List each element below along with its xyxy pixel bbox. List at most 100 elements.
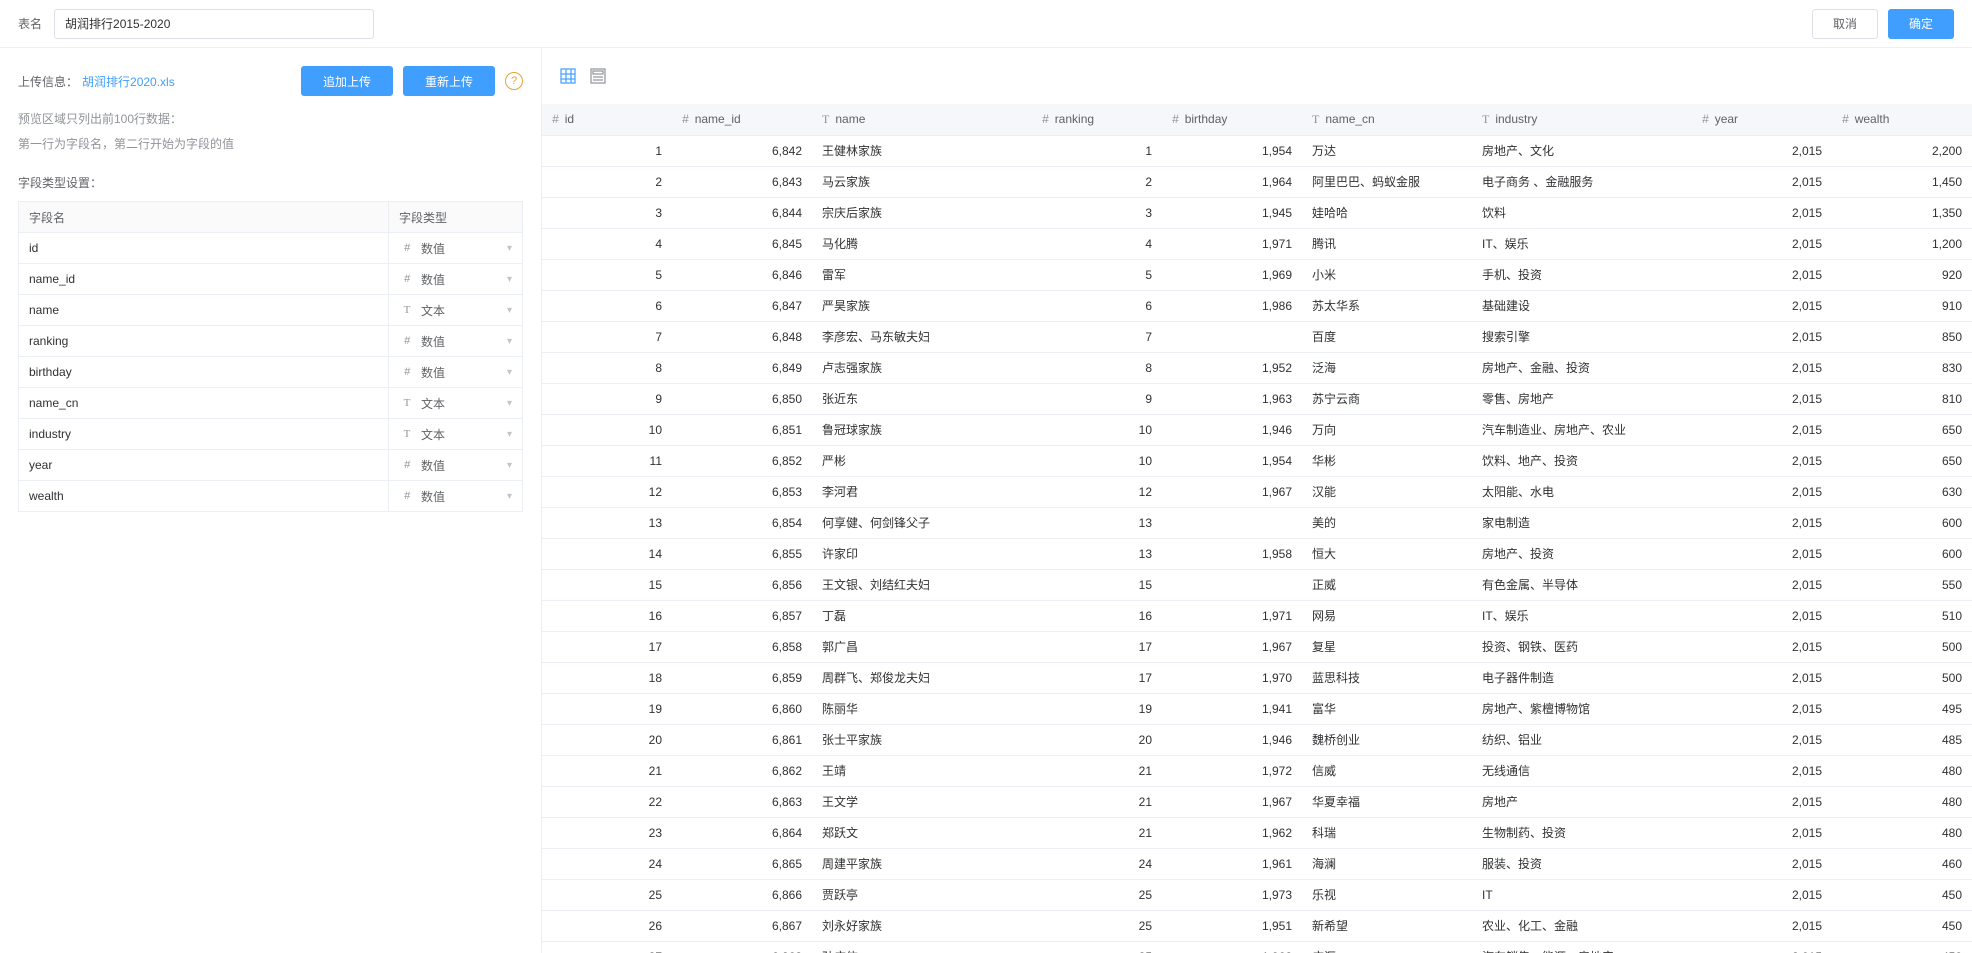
confirm-button[interactable]: 确定 bbox=[1888, 9, 1954, 39]
cell-id: 22 bbox=[542, 786, 672, 817]
table-row[interactable]: 96,850张近东91,963苏宁云商零售、房地产2,015810 bbox=[542, 383, 1972, 414]
number-type-icon: # bbox=[1172, 112, 1179, 126]
grid-header-id[interactable]: #id bbox=[542, 104, 672, 135]
upload-info-row: 上传信息： 胡润排行2020.xls 追加上传 重新上传 ? bbox=[18, 66, 523, 96]
table-row[interactable]: 136,854何享健、何剑锋父子13美的家电制造2,015600 bbox=[542, 507, 1972, 538]
field-type-cell[interactable]: T文本▾ bbox=[389, 295, 523, 326]
cell-name_cn: 魏桥创业 bbox=[1302, 724, 1472, 755]
cell-birthday: 1,941 bbox=[1162, 693, 1302, 724]
cell-wealth: 450 bbox=[1832, 879, 1972, 910]
cell-id: 1 bbox=[542, 135, 672, 166]
cell-year: 2,015 bbox=[1692, 321, 1832, 352]
cell-name_id: 6,861 bbox=[672, 724, 812, 755]
cell-name_id: 6,863 bbox=[672, 786, 812, 817]
grid-header-name_cn[interactable]: Tname_cn bbox=[1302, 104, 1472, 135]
cell-wealth: 450 bbox=[1832, 941, 1972, 953]
cell-industry: 汽车制造业、房地产、农业 bbox=[1472, 414, 1692, 445]
cell-wealth: 500 bbox=[1832, 662, 1972, 693]
table-row[interactable]: 86,849卢志强家族81,952泛海房地产、金融、投资2,015830 bbox=[542, 352, 1972, 383]
field-type-cell[interactable]: #数值▾ bbox=[389, 264, 523, 295]
cell-ranking: 10 bbox=[1032, 445, 1162, 476]
table-row[interactable]: 16,842王健林家族11,954万达房地产、文化2,0152,200 bbox=[542, 135, 1972, 166]
grid-view-icon[interactable] bbox=[560, 68, 576, 84]
upload-file-name[interactable]: 胡润排行2020.xls bbox=[82, 73, 175, 90]
grid-header-wealth[interactable]: #wealth bbox=[1832, 104, 1972, 135]
table-row[interactable]: 26,843马云家族21,964阿里巴巴、蚂蚁金服电子商务 、金融服务2,015… bbox=[542, 166, 1972, 197]
table-row[interactable]: 226,863王文学211,967华夏幸福房地产2,015480 bbox=[542, 786, 1972, 817]
text-type-icon: T bbox=[399, 397, 415, 409]
table-row[interactable]: 176,858郭广昌171,967复星投资、钢铁、医药2,015500 bbox=[542, 631, 1972, 662]
field-type-cell[interactable]: #数值▾ bbox=[389, 357, 523, 388]
reupload-button[interactable]: 重新上传 bbox=[403, 66, 495, 96]
table-row[interactable]: 246,865周建平家族241,961海澜服装、投资2,015460 bbox=[542, 848, 1972, 879]
table-row[interactable]: 236,864郑跃文211,962科瑞生物制药、投资2,015480 bbox=[542, 817, 1972, 848]
cell-id: 11 bbox=[542, 445, 672, 476]
cell-industry: 房地产、文化 bbox=[1472, 135, 1692, 166]
field-type-cell[interactable]: T文本▾ bbox=[389, 388, 523, 419]
grid-header-name_id[interactable]: #name_id bbox=[672, 104, 812, 135]
field-type-cell[interactable]: #数值▾ bbox=[389, 233, 523, 264]
table-row[interactable]: 166,857丁磊161,971网易IT、娱乐2,015510 bbox=[542, 600, 1972, 631]
chevron-down-icon: ▾ bbox=[507, 305, 512, 316]
grid-header-ranking[interactable]: #ranking bbox=[1032, 104, 1162, 135]
cell-name: 严昊家族 bbox=[812, 290, 1032, 321]
field-type-cell[interactable]: T文本▾ bbox=[389, 419, 523, 450]
cell-name_id: 6,847 bbox=[672, 290, 812, 321]
cell-name_id: 6,851 bbox=[672, 414, 812, 445]
table-name-input[interactable] bbox=[54, 9, 374, 39]
cell-wealth: 2,200 bbox=[1832, 135, 1972, 166]
table-row[interactable]: 206,861张士平家族201,946魏桥创业纺织、铝业2,015485 bbox=[542, 724, 1972, 755]
grid-header-birthday[interactable]: # birthday bbox=[1162, 104, 1302, 135]
grid-header-year[interactable]: #year bbox=[1692, 104, 1832, 135]
field-row: name_cnT文本▾ bbox=[19, 388, 523, 419]
table-row[interactable]: 76,848李彦宏、马东敏夫妇7百度搜索引擎2,015850 bbox=[542, 321, 1972, 352]
cell-name_id: 6,858 bbox=[672, 631, 812, 662]
cell-name: 鲁冠球家族 bbox=[812, 414, 1032, 445]
table-row[interactable]: 276,868孙广信251,962广汇汽车销售、能源、房地产2,015450 bbox=[542, 941, 1972, 953]
text-type-icon: T bbox=[399, 304, 415, 316]
field-row: year#数值▾ bbox=[19, 450, 523, 481]
field-type-cell[interactable]: #数值▾ bbox=[389, 326, 523, 357]
grid-header-name[interactable]: Tname bbox=[812, 104, 1032, 135]
table-row[interactable]: 186,859周群飞、郑俊龙夫妇171,970蓝思科技电子器件制造2,01550… bbox=[542, 662, 1972, 693]
table-row[interactable]: 196,860陈丽华191,941富华房地产、紫檀博物馆2,015495 bbox=[542, 693, 1972, 724]
cell-ranking: 10 bbox=[1032, 414, 1162, 445]
cell-wealth: 550 bbox=[1832, 569, 1972, 600]
data-grid-wrap: #id#name_idTname#ranking # birthday Tname_c… bbox=[542, 104, 1972, 953]
field-type-cell[interactable]: #数值▾ bbox=[389, 450, 523, 481]
cell-name: 刘永好家族 bbox=[812, 910, 1032, 941]
card-view-icon[interactable] bbox=[590, 68, 606, 84]
cell-wealth: 1,350 bbox=[1832, 197, 1972, 228]
append-upload-button[interactable]: 追加上传 bbox=[301, 66, 393, 96]
table-row[interactable]: 266,867刘永好家族251,951新希望农业、化工、金融2,015450 bbox=[542, 910, 1972, 941]
table-row[interactable]: 106,851鲁冠球家族101,946万向汽车制造业、房地产、农业2,01565… bbox=[542, 414, 1972, 445]
table-row[interactable]: 56,846雷军51,969小米手机、投资2,015920 bbox=[542, 259, 1972, 290]
table-row[interactable]: 116,852严彬101,954华彬饮料、地产、投资2,015650 bbox=[542, 445, 1972, 476]
help-icon[interactable]: ? bbox=[505, 72, 523, 90]
table-name-label: 表名 bbox=[18, 15, 42, 32]
cell-name_cn: 小米 bbox=[1302, 259, 1472, 290]
cell-name_cn: 华夏幸福 bbox=[1302, 786, 1472, 817]
cell-ranking: 15 bbox=[1032, 569, 1162, 600]
cell-name_cn: 信威 bbox=[1302, 755, 1472, 786]
cell-name: 王文银、刘结红夫妇 bbox=[812, 569, 1032, 600]
table-row[interactable]: 216,862王靖211,972信威无线通信2,015480 bbox=[542, 755, 1972, 786]
field-type-cell[interactable]: #数值▾ bbox=[389, 481, 523, 512]
cell-id: 14 bbox=[542, 538, 672, 569]
table-row[interactable]: 146,855许家印131,958恒大房地产、投资2,015600 bbox=[542, 538, 1972, 569]
cell-birthday: 1,958 bbox=[1162, 538, 1302, 569]
text-type-icon: T bbox=[399, 428, 415, 440]
cancel-button[interactable]: 取消 bbox=[1812, 9, 1878, 39]
grid-header-industry[interactable]: Tindustry bbox=[1472, 104, 1692, 135]
grid-header-label: birthday bbox=[1185, 112, 1228, 126]
cell-year: 2,015 bbox=[1692, 910, 1832, 941]
table-row[interactable]: 126,853李河君121,967汉能太阳能、水电2,015630 bbox=[542, 476, 1972, 507]
field-type-label: 数值 bbox=[421, 333, 445, 350]
table-row[interactable]: 66,847严昊家族61,986苏太华系基础建设2,015910 bbox=[542, 290, 1972, 321]
field-type-label: 文本 bbox=[421, 395, 445, 412]
cell-wealth: 910 bbox=[1832, 290, 1972, 321]
table-row[interactable]: 256,866贾跃亭251,973乐视IT2,015450 bbox=[542, 879, 1972, 910]
table-row[interactable]: 156,856王文银、刘结红夫妇15正威有色金属、半导体2,015550 bbox=[542, 569, 1972, 600]
table-row[interactable]: 46,845马化腾41,971腾讯IT、娱乐2,0151,200 bbox=[542, 228, 1972, 259]
table-row[interactable]: 36,844宗庆后家族31,945娃哈哈饮料2,0151,350 bbox=[542, 197, 1972, 228]
